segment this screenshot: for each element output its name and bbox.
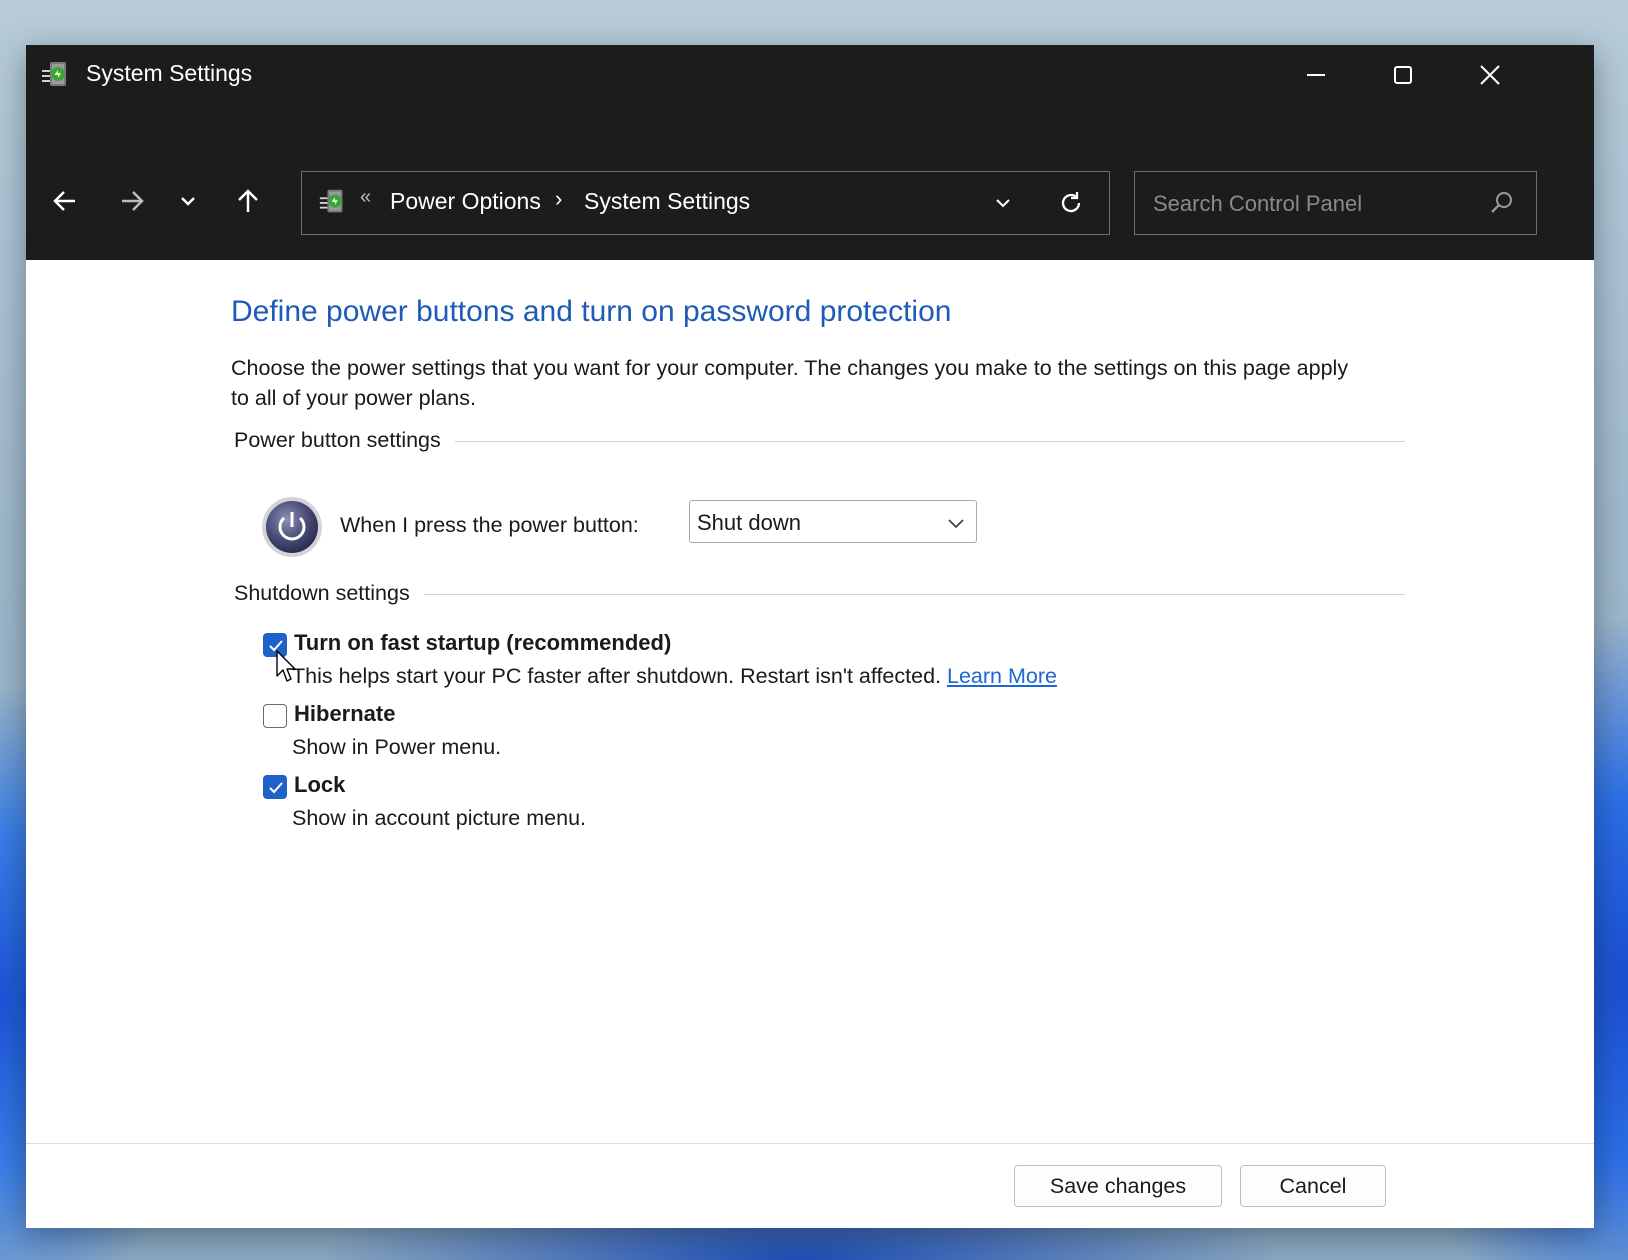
- breadcrumb-power-options[interactable]: Power Options: [390, 188, 541, 215]
- power-button-action-value: Shut down: [697, 510, 801, 535]
- system-settings-window: System Settings « Power Options › System…: [26, 45, 1594, 1228]
- save-changes-button[interactable]: Save changes: [1014, 1165, 1222, 1207]
- control-panel-power-icon: [318, 186, 350, 218]
- title-bar: System Settings: [26, 45, 1594, 105]
- search-box[interactable]: [1134, 171, 1537, 235]
- footer-divider: [26, 1143, 1594, 1144]
- arrow-up-icon: [238, 189, 258, 212]
- cancel-button[interactable]: Cancel: [1240, 1165, 1386, 1207]
- navigation-bar: « Power Options › System Settings: [26, 105, 1594, 260]
- fast-startup-description-text: This helps start your PC faster after sh…: [292, 664, 941, 688]
- close-icon: [1480, 65, 1500, 85]
- hibernate-checkbox[interactable]: [263, 704, 287, 728]
- back-button[interactable]: [38, 153, 92, 249]
- recent-locations-button[interactable]: [166, 153, 210, 249]
- content-area: Define power buttons and turn on passwor…: [26, 260, 1594, 1228]
- refresh-button[interactable]: [1050, 182, 1092, 224]
- breadcrumb-separator[interactable]: ›: [555, 186, 562, 212]
- power-button-prompt: When I press the power button:: [340, 513, 639, 537]
- arrow-right-icon: [122, 191, 144, 211]
- arrow-left-icon: [53, 191, 75, 211]
- lock-description: Show in account picture menu.: [292, 806, 586, 830]
- control-panel-power-icon: [40, 58, 74, 92]
- breadcrumb-overflow-button[interactable]: «: [360, 186, 371, 209]
- fast-startup-description: This helps start your PC faster after sh…: [292, 664, 1057, 689]
- close-button[interactable]: [1446, 45, 1534, 105]
- search-icon[interactable]: [1485, 186, 1519, 220]
- forward-button[interactable]: [105, 153, 159, 249]
- breadcrumb-system-settings[interactable]: System Settings: [584, 188, 750, 215]
- lock-label[interactable]: Lock: [294, 772, 345, 798]
- power-icon: [261, 496, 323, 558]
- hibernate-description: Show in Power menu.: [292, 735, 502, 759]
- fast-startup-label[interactable]: Turn on fast startup (recommended): [294, 630, 671, 656]
- minimize-icon: [1307, 74, 1325, 76]
- power-button-action-select[interactable]: Shut down: [689, 500, 977, 543]
- lock-checkbox[interactable]: [263, 775, 287, 799]
- hibernate-label[interactable]: Hibernate: [294, 701, 395, 727]
- checkmark-icon: [269, 782, 283, 794]
- chevron-down-icon: [948, 519, 964, 529]
- page-title: Define power buttons and turn on passwor…: [231, 295, 952, 328]
- search-input[interactable]: [1151, 186, 1475, 222]
- minimize-button[interactable]: [1272, 45, 1360, 105]
- window-title: System Settings: [86, 60, 253, 86]
- learn-more-link[interactable]: Learn More: [947, 664, 1057, 688]
- page-description: Choose the power settings that you want …: [231, 356, 1349, 410]
- address-history-button[interactable]: [982, 182, 1024, 224]
- up-button[interactable]: [221, 153, 275, 249]
- refresh-icon: [1061, 192, 1081, 213]
- power-button-settings-label: Power button settings: [234, 428, 455, 453]
- chevron-down-icon: [996, 199, 1010, 208]
- mouse-cursor-icon: [276, 650, 296, 682]
- chevron-down-icon: [181, 197, 195, 206]
- maximize-button[interactable]: [1359, 45, 1447, 105]
- address-bar[interactable]: « Power Options › System Settings: [301, 171, 1110, 235]
- shutdown-settings-label: Shutdown settings: [234, 581, 424, 606]
- maximize-icon: [1394, 66, 1412, 84]
